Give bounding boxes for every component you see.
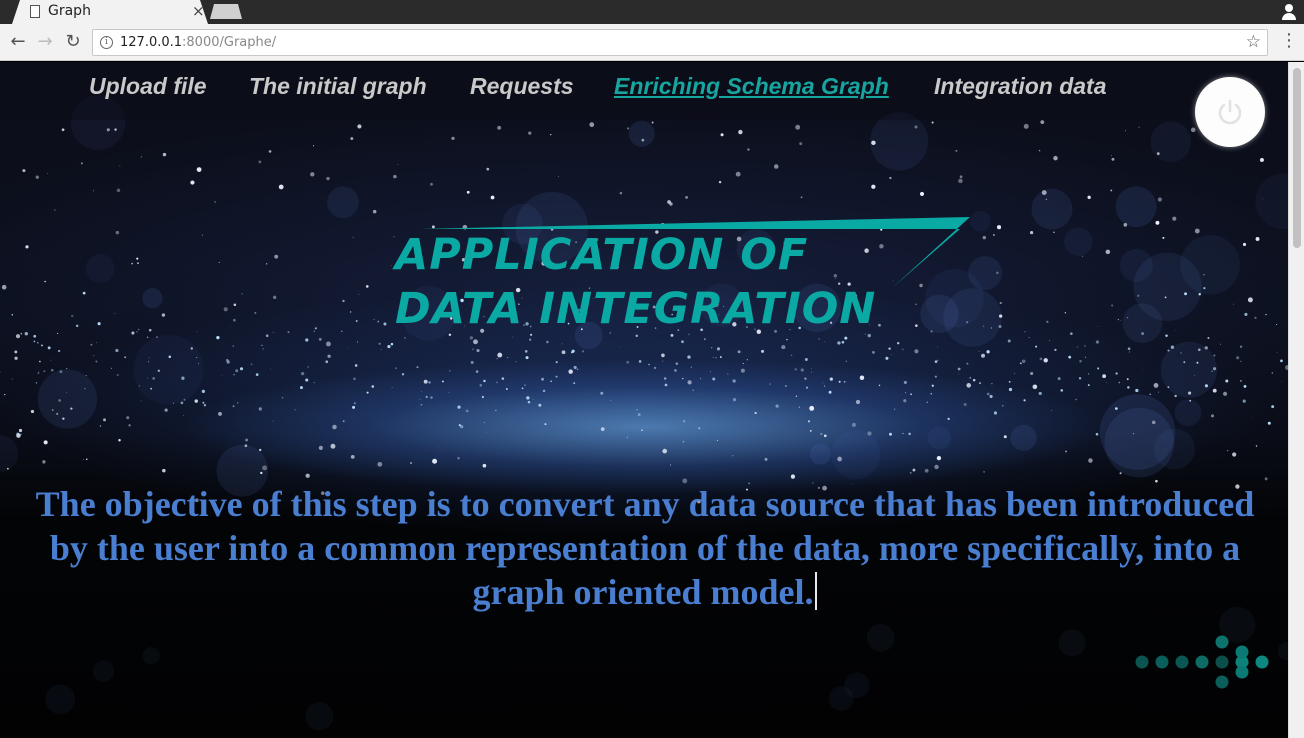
new-tab-button[interactable]: [210, 4, 242, 19]
vertical-scrollbar[interactable]: [1288, 62, 1304, 738]
info-icon[interactable]: i: [100, 36, 113, 49]
logo-line-1: APPLICATION OF: [395, 230, 809, 280]
browser-tab[interactable]: Graph ×: [12, 0, 208, 24]
nav-requests[interactable]: Requests: [470, 73, 574, 100]
star-icon[interactable]: ☆: [1246, 32, 1261, 52]
profile-icon[interactable]: [1279, 1, 1299, 21]
nav-enriching-schema-graph[interactable]: Enriching Schema Graph: [614, 73, 889, 100]
close-icon[interactable]: ×: [192, 2, 205, 20]
browser-toolbar: ← → ↻ i 127.0.0.1:8000/Graphe/ ☆ ⋮: [0, 24, 1304, 61]
menu-icon[interactable]: ⋮: [1280, 32, 1298, 52]
logo-line-2: DATA INTEGRATION: [395, 284, 877, 334]
power-button[interactable]: [1195, 77, 1265, 147]
reload-icon[interactable]: ↻: [61, 30, 85, 54]
url-path: :8000/Graphe/: [182, 35, 277, 50]
nav-upload-file[interactable]: Upload file: [89, 73, 207, 100]
app-logo: APPLICATION OF DATA INTEGRATION: [395, 212, 975, 337]
back-icon[interactable]: ←: [6, 30, 30, 54]
top-navigation: Upload file The initial graph Requests E…: [0, 62, 1288, 120]
page-viewport: Upload file The initial graph Requests E…: [0, 62, 1288, 738]
url-text: 127.0.0.1:8000/Graphe/: [120, 35, 276, 50]
step-description: The objective of this step is to convert…: [20, 482, 1270, 614]
url-host: 127.0.0.1: [120, 35, 183, 50]
forward-icon[interactable]: →: [33, 30, 57, 54]
starfield-background: [0, 95, 1288, 731]
text-cursor: [815, 572, 818, 610]
dots-arrow-icon: [1135, 635, 1269, 689]
description-text: The objective of this step is to convert…: [35, 484, 1255, 612]
address-bar[interactable]: i 127.0.0.1:8000/Graphe/ ☆: [92, 29, 1268, 56]
scrollbar-thumb[interactable]: [1293, 68, 1301, 248]
nav-initial-graph[interactable]: The initial graph: [249, 73, 427, 100]
nav-integration-data[interactable]: Integration data: [934, 73, 1107, 100]
page-icon: [30, 5, 40, 18]
browser-tab-bar: Graph ×: [0, 0, 1304, 24]
power-icon: [1218, 99, 1242, 125]
tab-title: Graph: [48, 3, 91, 19]
